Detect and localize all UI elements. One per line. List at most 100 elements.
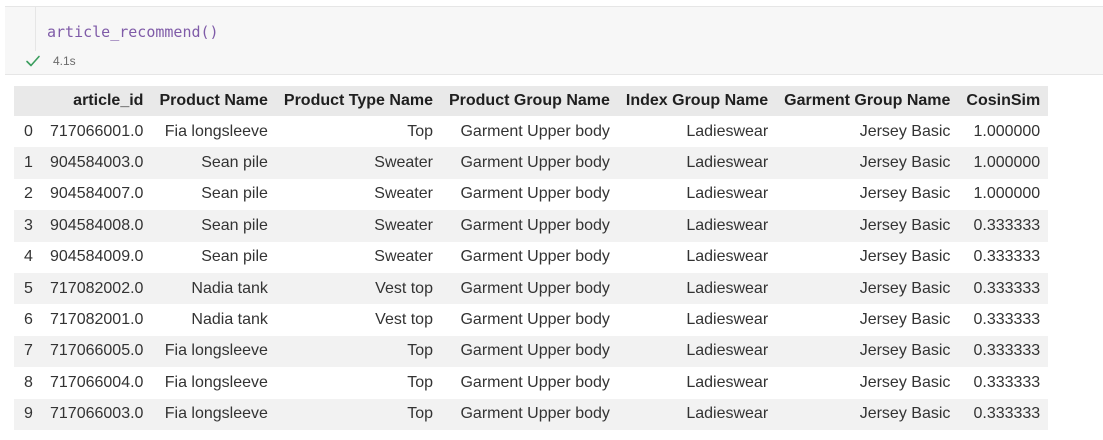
table-cell: Ladieswear — [617, 178, 777, 211]
check-icon — [26, 55, 40, 67]
table-row: 7 717066005.0 Fia longsleeve Top Garment Upp… — [14, 335, 1049, 368]
table-cell: Sean pile — [151, 241, 276, 273]
table-cell: 0.333333 — [958, 272, 1049, 305]
table-cell: Garment Upper body — [440, 272, 618, 305]
table-cell: Ladieswear — [617, 367, 777, 399]
row-index: 6 — [14, 304, 42, 336]
column-header: Product Group Name — [440, 86, 618, 116]
code-cell[interactable]: article_recommend() 4.1s — [5, 6, 1103, 75]
table-cell: Jersey Basic — [776, 367, 959, 399]
output-dataframe: article_id Product Name Product Type Nam… — [14, 86, 1049, 430]
table-cell: 904584003.0 — [42, 147, 152, 179]
table-row: 8 717066004.0 Fia longsleeve Top Garment Upp… — [14, 367, 1049, 399]
table-cell: Garment Upper body — [440, 147, 618, 179]
table-cell: Ladieswear — [617, 335, 777, 368]
table-cell: Nadia tank — [151, 272, 276, 305]
column-header: Product Type Name — [275, 86, 441, 116]
row-index: 8 — [14, 367, 42, 399]
table-cell: Sean pile — [151, 178, 276, 211]
table-cell: Sweater — [275, 210, 441, 242]
table-cell: Ladieswear — [617, 272, 777, 305]
table-cell: Garment Upper body — [440, 178, 618, 211]
table-cell: 1.000000 — [958, 116, 1049, 148]
table-cell: Vest top — [275, 272, 441, 305]
table-cell: 904584007.0 — [42, 178, 152, 211]
row-index: 9 — [14, 398, 42, 430]
table-cell: Jersey Basic — [776, 335, 959, 368]
table-cell: 904584009.0 — [42, 241, 152, 273]
table-cell: Garment Upper body — [440, 398, 618, 430]
table-row: 5 717082002.0 Nadia tank Vest top Garment Up… — [14, 272, 1049, 305]
code-line[interactable]: article_recommend() — [47, 23, 219, 41]
table-cell: Jersey Basic — [776, 178, 959, 211]
table-cell: Fia longsleeve — [151, 398, 276, 430]
table-cell: 717066001.0 — [42, 116, 152, 148]
cell-status: 4.1s — [25, 52, 76, 70]
table-row: 2 904584007.0 Sean pile Sweater Garment Uppe… — [14, 178, 1049, 211]
table-cell: Garment Upper body — [440, 335, 618, 368]
table-cell: Garment Upper body — [440, 210, 618, 242]
table-cell: Top — [275, 367, 441, 399]
table-cell: Fia longsleeve — [151, 335, 276, 368]
table-cell: 0.333333 — [958, 210, 1049, 242]
table-cell: Garment Upper body — [440, 116, 618, 148]
row-index: 3 — [14, 210, 42, 242]
table-cell: Top — [275, 335, 441, 368]
table-cell: 0.333333 — [958, 367, 1049, 399]
table-cell: Jersey Basic — [776, 398, 959, 430]
table-cell: Top — [275, 398, 441, 430]
column-header — [14, 86, 42, 116]
table-cell: Sean pile — [151, 210, 276, 242]
table-cell: Jersey Basic — [776, 241, 959, 273]
row-index: 0 — [14, 116, 42, 148]
table-cell: Nadia tank — [151, 304, 276, 336]
table-cell: 0.333333 — [958, 335, 1049, 368]
table-cell: 904584008.0 — [42, 210, 152, 242]
table-cell: Vest top — [275, 304, 441, 336]
table-cell: Jersey Basic — [776, 116, 959, 148]
table-cell: Garment Upper body — [440, 367, 618, 399]
column-header: Index Group Name — [617, 86, 777, 116]
table-cell: Sweater — [275, 178, 441, 211]
row-index: 1 — [14, 147, 42, 179]
cell-gutter — [5, 7, 36, 51]
table-cell: 0.333333 — [958, 398, 1049, 430]
table-cell: Sweater — [275, 241, 441, 273]
table-cell: Ladieswear — [617, 398, 777, 430]
table-cell: Jersey Basic — [776, 147, 959, 179]
table-row: 1 904584003.0 Sean pile Sweater Garment Uppe… — [14, 147, 1049, 179]
row-index: 7 — [14, 335, 42, 368]
table-cell: 0.333333 — [958, 304, 1049, 336]
table-cell: 717082001.0 — [42, 304, 152, 336]
table-cell: Ladieswear — [617, 116, 777, 148]
table-row: 0 717066001.0 Fia longsleeve Top Garment Upp… — [14, 116, 1049, 148]
table-cell: Fia longsleeve — [151, 116, 276, 148]
column-header: article_id — [42, 86, 152, 116]
table-cell: 717082002.0 — [42, 272, 152, 305]
column-header: Product Name — [151, 86, 276, 116]
table-cell: Ladieswear — [617, 147, 777, 179]
execution-time: 4.1s — [53, 54, 76, 68]
column-header: CosinSim — [958, 86, 1049, 116]
table-cell: Garment Upper body — [440, 241, 618, 273]
table-header-row: article_id Product Name Product Type Nam… — [14, 86, 1049, 116]
table-cell: 1.000000 — [958, 178, 1049, 211]
table-row: 6 717082001.0 Nadia tank Vest top Garment Up… — [14, 304, 1049, 336]
column-header: Garment Group Name — [776, 86, 959, 116]
table-row: 3 904584008.0 Sean pile Sweater Garment Uppe… — [14, 210, 1049, 242]
table-cell: Ladieswear — [617, 304, 777, 336]
table-cell: 717066004.0 — [42, 367, 152, 399]
table-cell: Ladieswear — [617, 241, 777, 273]
table-cell: Fia longsleeve — [151, 367, 276, 399]
table-cell: Sean pile — [151, 147, 276, 179]
row-index: 2 — [14, 178, 42, 211]
table-cell: 1.000000 — [958, 147, 1049, 179]
table-cell: Jersey Basic — [776, 210, 959, 242]
row-index: 4 — [14, 241, 42, 273]
table-cell: Sweater — [275, 147, 441, 179]
table-cell: Ladieswear — [617, 210, 777, 242]
table-cell: 717066005.0 — [42, 335, 152, 368]
table-cell: Jersey Basic — [776, 272, 959, 305]
table-cell: Top — [275, 116, 441, 148]
table-cell: 717066003.0 — [42, 398, 152, 430]
